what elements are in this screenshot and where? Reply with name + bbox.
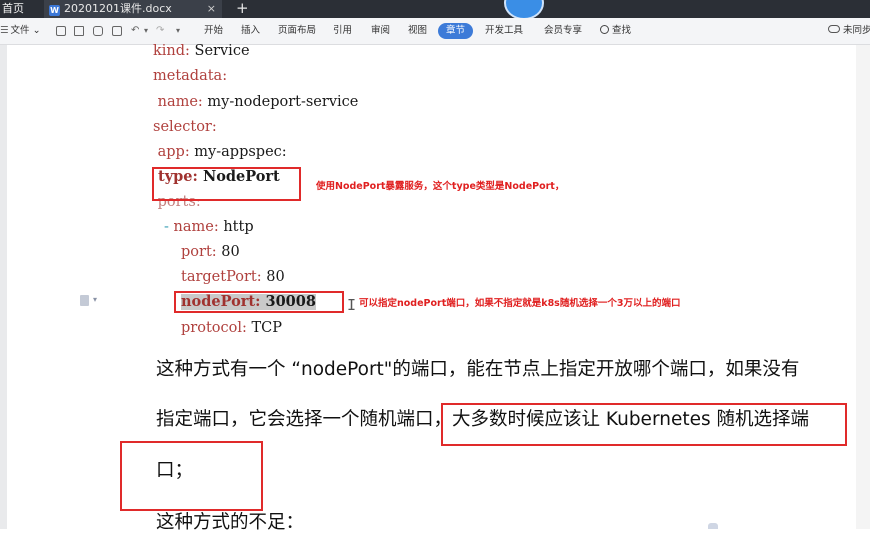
tab-page-layout[interactable]: 页面布局 [278,18,316,44]
body-paragraph-line-1: 这种方式有一个 “nodePort"的端口，能在节点上指定开放哪个端口，如果没有 [156,359,800,380]
tab-references[interactable]: 引用 [333,18,352,44]
scroll-indicator-icon [708,523,718,529]
code-line: app: my-appspec: [153,144,287,160]
undo-icon[interactable]: ↶ [131,18,139,44]
document-tab[interactable]: W 20201201课件.docx × [44,0,222,18]
code-line: protocol: TCP [181,320,283,336]
sync-label: 未同步 [843,25,870,36]
search-button[interactable]: 查找 [600,18,631,44]
tab-developer[interactable]: 开发工具 [485,18,523,44]
code-line: - name: http [164,219,254,235]
sync-status[interactable]: 未同步 [828,18,870,44]
code-line: kind: Service [153,43,250,59]
close-tab-icon[interactable]: × [207,0,216,17]
nodeport-annotation: 可以指定nodePort端口，如果不指定就是k8s随机选择一个3万以上的端口 [359,298,681,309]
tab-view[interactable]: 视图 [408,18,427,44]
type-annotation: 使用NodePort暴露服务，这个type类型是NodePort， [316,181,565,192]
tab-member[interactable]: 会员专享 [544,18,582,44]
word-doc-icon: W [49,5,60,16]
yaml-code-block: kind: Service metadata: name: my-nodepor… [0,0,358,336]
port-highlight-box [120,441,263,511]
ribbon-toolbar: ☰ 文件 ⌄ ↶ ▾ ↷ ▾ 开始 插入 页面布局 引用 审阅 视图 章节 开发工… [0,18,870,45]
file-menu-arrow-icon: ⌄ [32,25,41,36]
code-line: targetPort: 80 [181,269,285,285]
tab-review[interactable]: 审阅 [371,18,390,44]
vertical-scrollbar[interactable] [856,45,870,529]
code-line: metadata: [153,68,228,84]
save-icon[interactable] [56,26,66,36]
text-cursor-icon: I [347,296,357,314]
code-line: port: 80 [181,244,240,260]
cloud-badge-icon[interactable] [504,0,544,20]
paragraph-marker-dropdown-icon[interactable]: ▾ [93,295,97,304]
type-highlight-box [152,167,301,201]
print-icon[interactable] [93,26,103,36]
search-icon [600,25,609,34]
nodeport-highlight-box [174,291,344,313]
undo-dropdown-icon[interactable]: ▾ [144,18,148,44]
section-heading: 这种方式的不足： [156,512,305,533]
cloud-sync-icon [828,25,840,33]
random-port-highlight-box [441,403,847,446]
search-label: 查找 [612,25,632,36]
document-tab-label: 20201201课件.docx [64,2,172,15]
new-tab-button[interactable]: + [236,0,249,17]
code-line: name: my-nodeport-service [153,94,359,110]
tab-sections[interactable]: 章节 [438,23,474,39]
title-tab-bar: 首页 W 20201201课件.docx × + [0,0,870,20]
code-line: selector: [153,119,217,135]
print-preview-icon[interactable] [112,26,122,36]
paragraph-marker-icon[interactable] [80,295,89,306]
export-pdf-icon[interactable] [74,26,84,36]
file-menu-label: 文件 [10,25,30,36]
